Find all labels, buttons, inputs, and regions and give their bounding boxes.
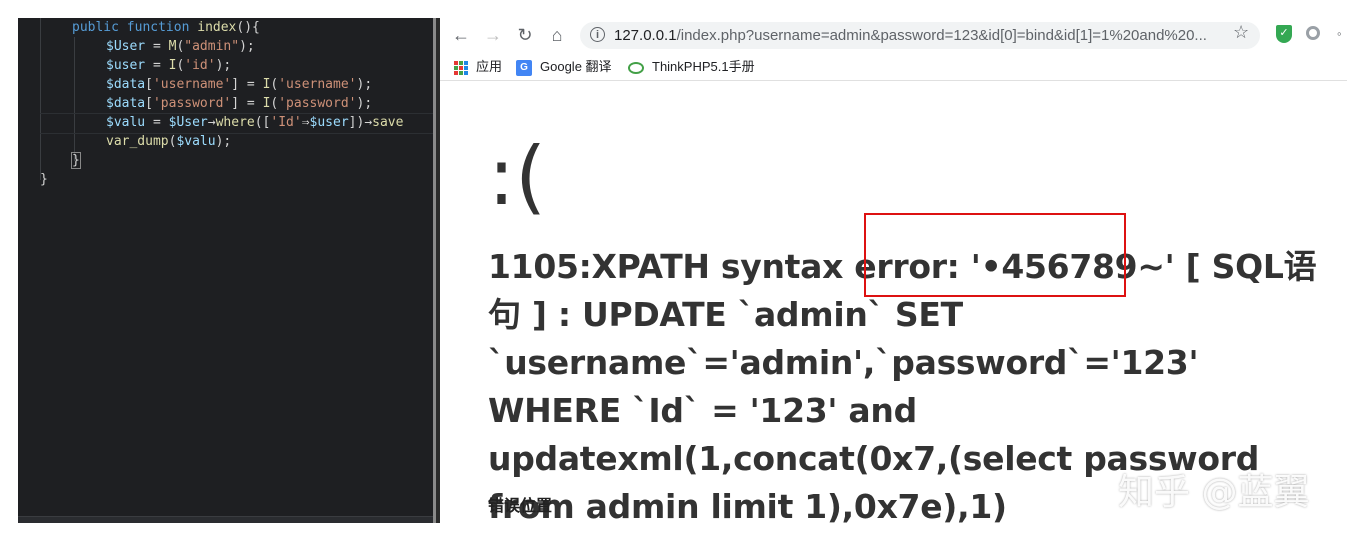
bookmark-thinkphp[interactable]: ThinkPHP5.1手册 [628,58,755,76]
code-line-3: $user = I('id'); [106,58,232,73]
bookmarks-bar: 应用 G Google 翻译 ThinkPHP5.1手册 [440,54,1347,81]
address-bar[interactable]: i 127.0.0.1/index.php?username=admin&pas… [580,22,1260,49]
extension-circle-icon[interactable] [1306,26,1320,40]
google-translate-icon: G [516,59,532,76]
highlight-box [864,213,1126,297]
bookmark-google-translate[interactable]: G Google 翻译 [516,58,612,76]
code-line-1: public function index(){ [72,20,260,35]
code-line-4: $data['username'] = I('username'); [106,77,373,92]
info-icon[interactable]: i [590,27,605,42]
arrow-left-icon[interactable]: ← [450,24,472,46]
star-icon[interactable]: ☆ [1233,22,1249,43]
indent-guide [74,37,75,161]
sad-face: :( [488,130,547,223]
thinkphp-icon [628,61,644,74]
code-line-9: } [40,172,48,187]
apps-grid-icon [454,60,468,75]
browser-toolbar: ← → ↻ ⌂ i 127.0.0.1/index.php?username=a… [440,18,1347,52]
code-line-7: var_dump($valu); [106,134,232,149]
error-page: :( 1105:XPATH syntax error: '•456789~' [… [440,81,1347,523]
home-icon[interactable]: ⌂ [546,24,568,46]
indent-guide [40,18,41,180]
watermark: 知乎 @蓝翼 [1118,472,1310,513]
browser-window: ← → ↻ ⌂ i 127.0.0.1/index.php?username=a… [440,18,1347,523]
url-text[interactable]: 127.0.0.1/index.php?username=admin&passw… [614,27,1207,44]
code-editor[interactable]: public function index(){ $User = M("admi… [18,18,433,523]
error-location-title: 错误位置 [488,498,553,515]
code-line-2: $User = M("admin"); [106,39,255,54]
arrow-right-icon[interactable]: → [482,24,504,46]
extension-partial-icon[interactable]: ◦ [1337,26,1342,41]
shield-icon[interactable]: ✓ [1276,25,1292,43]
bookmark-apps[interactable]: 应用 [454,58,502,76]
editor-horizontal-scrollbar[interactable] [18,516,433,523]
code-line-8: } [71,152,81,169]
code-line-5: $data['password'] = I('password'); [106,96,373,111]
reload-icon[interactable]: ↻ [514,24,536,46]
code-line-6: $valu = $User→where(['Id'⇒$user])→save [106,115,404,130]
